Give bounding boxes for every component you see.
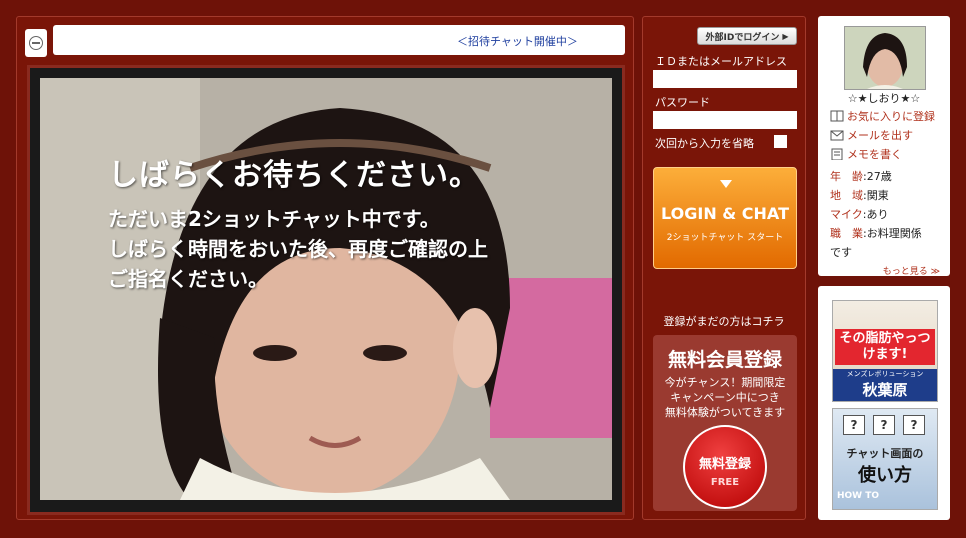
region-row: 地 域:関東 bbox=[830, 189, 889, 202]
occupation-key: 職 業 bbox=[830, 227, 863, 240]
waiting-overlay: しばらくお待ちください。 ただいま2ショットチャット中です。 しばらく時間をおい… bbox=[108, 150, 488, 294]
write-memo-link[interactable]: メモを書く bbox=[830, 146, 902, 162]
remember-label: 次回から入力を省略 bbox=[655, 137, 754, 150]
external-id-login-label: 外部IDでログイン bbox=[705, 32, 780, 43]
register-box: 無料会員登録 今がチャンス！期間限定 キャンペーン中につき 無料体験がついてきま… bbox=[653, 335, 797, 511]
age-key: 年 齢 bbox=[830, 170, 863, 183]
remember-checkbox[interactable] bbox=[774, 135, 787, 148]
ad1-subtitle: メンズレボリューション bbox=[833, 369, 937, 379]
register-desc-line-1: 今がチャンス！期間限定 bbox=[664, 376, 786, 389]
mens-revolution-banner[interactable]: その脂肪やっつけます! メンズレボリューション 秋葉原 bbox=[832, 300, 938, 402]
question-icon: ? bbox=[873, 415, 895, 435]
mic-key: マイク bbox=[830, 208, 863, 221]
write-memo-link-label: メモを書く bbox=[847, 148, 902, 161]
send-mail-link[interactable]: メールを出す bbox=[830, 127, 913, 143]
more-link[interactable]: もっと見る ≫ bbox=[883, 264, 940, 277]
memo-icon bbox=[830, 148, 844, 161]
login-chat-label: LOGIN & CHAT bbox=[661, 204, 789, 223]
id-label: ＩＤまたはメールアドレス bbox=[655, 55, 787, 68]
mic-value: あり bbox=[866, 208, 889, 221]
ads-panel: その脂肪やっつけます! メンズレボリューション 秋葉原 ? ? ? チャット画面… bbox=[818, 286, 950, 520]
register-title: 無料会員登録 bbox=[667, 349, 782, 371]
mic-row: マイク:あり bbox=[830, 208, 889, 221]
register-description: 今がチャンス！期間限定 キャンペーン中につき 無料体験がついてきます bbox=[653, 375, 797, 420]
video-frame: しばらくお待ちください。 ただいま2ショットチャット中です。 しばらく時間をおい… bbox=[27, 65, 625, 515]
profile-name: ☆★しおり★☆ bbox=[847, 92, 921, 105]
send-mail-link-label: メールを出す bbox=[847, 129, 913, 142]
minimize-button[interactable] bbox=[25, 29, 47, 57]
video-panel: ＜招待チャット開催中＞ しばらくお待ちください。 ただいま2ショットチャット中で… bbox=[16, 16, 634, 520]
region-key: 地 域 bbox=[830, 189, 863, 202]
down-arrow-icon bbox=[720, 180, 732, 188]
favorite-link-label: お気に入りに登録 bbox=[847, 110, 935, 123]
page: ＜招待チャット開催中＞ しばらくお待ちください。 ただいま2ショットチャット中で… bbox=[0, 0, 966, 538]
password-label: パスワード bbox=[655, 96, 710, 109]
login-panel: 外部IDでログイン ▶ ＩＤまたはメールアドレス パスワード 次回から入力を省略… bbox=[642, 16, 806, 520]
ad2-big: 使い方 bbox=[858, 465, 912, 486]
question-icon: ? bbox=[903, 415, 925, 435]
video-feed: しばらくお待ちください。 ただいま2ショットチャット中です。 しばらく時間をおい… bbox=[40, 78, 612, 500]
profile-panel: ☆★しおり★☆ お気に入りに登録 メールを出す メモを書く 年 齢:27歳 地 … bbox=[818, 16, 950, 277]
chat-howto-banner[interactable]: ? ? ? チャット画面の 使い方 HOW TO bbox=[832, 408, 938, 510]
ad1-place: 秋葉原 bbox=[833, 379, 937, 401]
login-chat-button[interactable]: LOGIN & CHAT 2ショットチャット スタート bbox=[653, 167, 797, 269]
occupation-wrap: です bbox=[830, 246, 852, 259]
favorite-link[interactable]: お気に入りに登録 bbox=[830, 108, 935, 124]
age-row: 年 齢:27歳 bbox=[830, 170, 892, 183]
id-input[interactable] bbox=[653, 70, 797, 88]
avatar[interactable] bbox=[844, 26, 926, 90]
occupation-value: お料理関係 bbox=[866, 227, 922, 240]
overlay-line-3: ご指名ください。 bbox=[108, 267, 268, 291]
free-register-label: 無料登録 bbox=[698, 457, 751, 472]
overlay-title: しばらくお待ちください。 bbox=[108, 158, 480, 193]
external-id-login-button[interactable]: 外部IDでログイン ▶ bbox=[697, 27, 797, 45]
ad2-subtitle: HOW TO bbox=[837, 491, 880, 501]
login-chat-sublabel: 2ショットチャット スタート bbox=[666, 233, 784, 243]
free-register-sublabel: FREE bbox=[710, 477, 740, 488]
region-value: 関東 bbox=[866, 189, 889, 202]
password-input[interactable] bbox=[653, 111, 797, 129]
notice-bar: ＜招待チャット開催中＞ bbox=[53, 25, 625, 55]
register-prompt: 登録がまだの方はコチラ bbox=[663, 315, 785, 328]
ad2-title: チャット画面の bbox=[846, 447, 924, 460]
register-desc-line-2: キャンペーン中につき bbox=[670, 391, 780, 404]
occupation-row: 職 業:お料理関係 bbox=[830, 227, 922, 240]
ad1-title: その脂肪やっつけます! bbox=[835, 329, 935, 365]
mail-icon bbox=[830, 129, 844, 141]
minus-circle-icon bbox=[29, 36, 43, 50]
avatar-image bbox=[845, 27, 925, 89]
book-icon bbox=[830, 110, 844, 122]
play-arrow-icon: ▶ bbox=[782, 31, 789, 41]
invite-chat-notice[interactable]: ＜招待チャット開催中＞ bbox=[457, 33, 578, 49]
register-desc-line-3: 無料体験がついてきます bbox=[664, 406, 786, 419]
question-icon: ? bbox=[843, 415, 865, 435]
overlay-line-2: しばらく時間をおいた後、再度ご確認の上 bbox=[108, 237, 488, 261]
free-register-button[interactable]: 無料登録 FREE bbox=[683, 425, 767, 509]
age-value: 27歳 bbox=[866, 170, 892, 183]
overlay-line-1: ただいま2ショットチャット中です。 bbox=[108, 207, 440, 231]
